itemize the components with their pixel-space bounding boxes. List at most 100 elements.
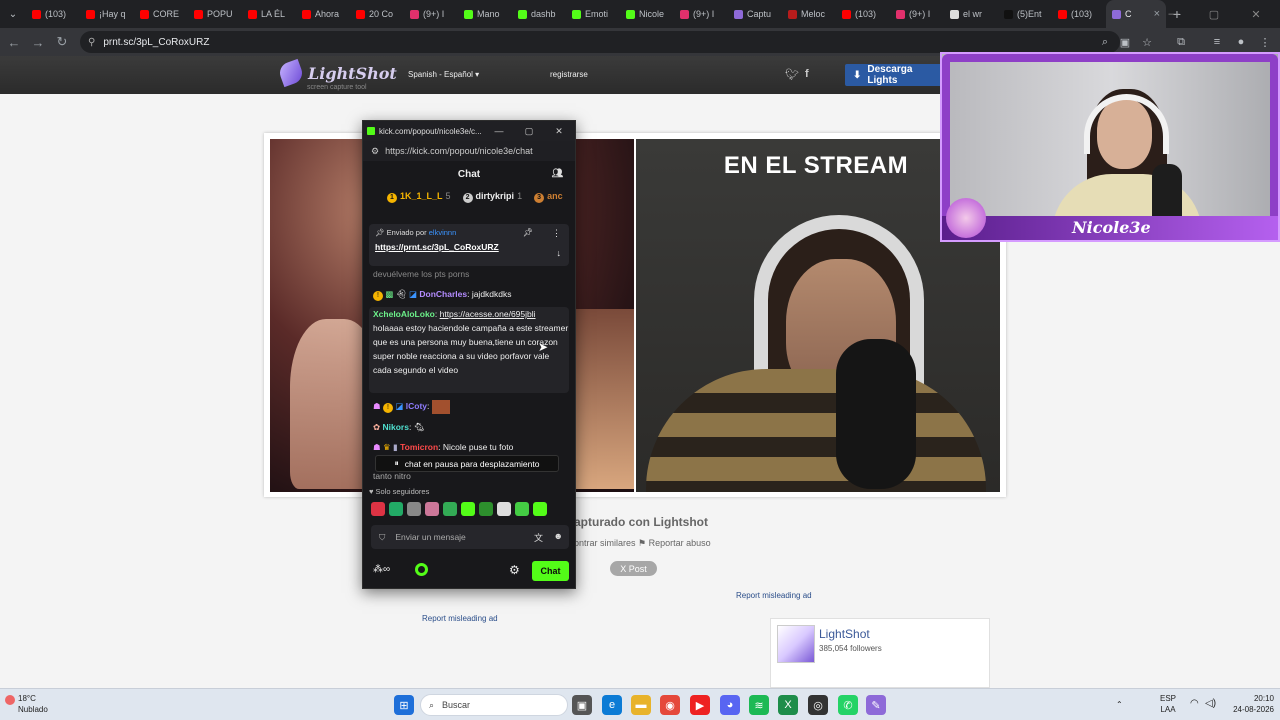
lightshot-taskbar-icon[interactable]: ✎ bbox=[866, 695, 886, 715]
fb-page-title[interactable]: LightShot bbox=[819, 627, 870, 641]
x-post-button[interactable]: X Post bbox=[610, 561, 657, 576]
emote-6-icon[interactable] bbox=[461, 502, 475, 516]
emote-3-icon[interactable] bbox=[407, 502, 421, 516]
browser-tab[interactable]: (103) bbox=[836, 0, 890, 28]
browser-tab[interactable]: POPU bbox=[188, 0, 242, 28]
users-icon[interactable]: 👥︎ bbox=[552, 168, 563, 179]
file-explorer-icon[interactable]: ▬ bbox=[631, 695, 651, 715]
maximize-window-button[interactable]: ▢ bbox=[1194, 0, 1234, 28]
browser-tab[interactable]: ¡Hay q bbox=[80, 0, 134, 28]
lightshot-logo[interactable]: LightShot screen capture tool bbox=[276, 58, 397, 91]
site-info-icon[interactable]: ⚲ bbox=[88, 37, 95, 48]
similar-report-links[interactable]: ontrar similares ⚑ Reportar abuso bbox=[574, 538, 711, 549]
send-chat-button[interactable]: Chat bbox=[532, 561, 569, 581]
taskbar-search[interactable]: ⌕ Buscar bbox=[420, 694, 568, 716]
browser-tab[interactable]: 20 Co bbox=[350, 0, 404, 28]
screen-share-icon[interactable]: ▣ bbox=[1116, 33, 1134, 51]
browser-tab[interactable]: (9+) I bbox=[890, 0, 944, 28]
message-username[interactable]: Nikors bbox=[383, 422, 409, 432]
facebook-icon[interactable]: f bbox=[805, 68, 809, 80]
url-field[interactable]: ⚲ prnt.sc/3pL_CoRoxURZ bbox=[80, 31, 1120, 53]
emote-7-icon[interactable] bbox=[479, 502, 493, 516]
browser-tab[interactable]: Emoti bbox=[566, 0, 620, 28]
pinned-message[interactable]: 📌︎ Enviado por elkvinnn https://prnt.sc/… bbox=[369, 224, 569, 266]
browser-tab[interactable]: LA ÉL bbox=[242, 0, 296, 28]
expand-arrow-icon[interactable]: ↓ bbox=[557, 248, 562, 258]
top-gifter[interactable]: 1 1K_1_L_L 5 bbox=[387, 191, 451, 203]
points-icon[interactable]: ⁂∞ bbox=[373, 564, 390, 575]
edge-icon[interactable]: e bbox=[602, 695, 622, 715]
close-window-button[interactable]: ✕ bbox=[1236, 0, 1276, 28]
twitter-icon[interactable]: 🐦︎ bbox=[785, 68, 799, 81]
spotify-icon[interactable]: ≋ bbox=[749, 695, 769, 715]
reload-button[interactable]: ↻ bbox=[50, 30, 74, 54]
browser-tab[interactable]: (5)Ent bbox=[998, 0, 1052, 28]
chrome-icon[interactable]: ◉ bbox=[660, 695, 680, 715]
youtube-icon[interactable]: ▶ bbox=[690, 695, 710, 715]
bookmark-star-icon[interactable]: ☆ bbox=[1138, 33, 1156, 51]
emote-8-icon[interactable] bbox=[497, 502, 511, 516]
emoji-icon[interactable]: ☻ bbox=[554, 531, 563, 541]
browser-tab[interactable]: Ahora bbox=[296, 0, 350, 28]
excel-icon[interactable]: X bbox=[778, 695, 798, 715]
message-username[interactable]: lCoty bbox=[406, 401, 427, 411]
message-input[interactable]: ⛉ Enviar un mensaje 文 ☻ bbox=[371, 525, 569, 549]
whatsapp-icon[interactable]: ✆ bbox=[838, 695, 858, 715]
profile-avatar-icon[interactable]: ● bbox=[1232, 33, 1250, 51]
back-button[interactable]: ← bbox=[2, 30, 26, 54]
weather-widget[interactable]: 18°C Nublado bbox=[18, 693, 48, 715]
browser-tab[interactable]: CORE bbox=[134, 0, 188, 28]
clock[interactable]: 20:10 24-08-2026 bbox=[1218, 693, 1274, 715]
settings-gear-icon[interactable]: ⚙ bbox=[509, 563, 520, 577]
tab-search-icon[interactable]: ⌄ bbox=[2, 3, 24, 25]
discord-icon[interactable]: ◕ bbox=[720, 695, 740, 715]
message-username[interactable]: DonCharles bbox=[419, 289, 467, 299]
emote-1-icon[interactable] bbox=[371, 502, 385, 516]
browser-tab[interactable]: Captu bbox=[728, 0, 782, 28]
browser-tab[interactable]: el wr bbox=[944, 0, 998, 28]
browser-tab[interactable]: (103) bbox=[26, 0, 80, 28]
top-gifter[interactable]: 2 dirtykripi 1 bbox=[462, 191, 522, 203]
task-view-icon[interactable]: ▣ bbox=[572, 695, 592, 715]
zoom-icon[interactable]: ⌕ bbox=[1096, 33, 1114, 51]
message-link[interactable]: https://acesse.one/695jbli bbox=[440, 309, 536, 319]
emote-2-icon[interactable] bbox=[389, 502, 403, 516]
report-ad-link-left[interactable]: Report misleading ad bbox=[422, 614, 498, 623]
browser-tab[interactable]: (9+) I bbox=[674, 0, 728, 28]
browser-tab[interactable]: dashb bbox=[512, 0, 566, 28]
emote-9-icon[interactable] bbox=[515, 502, 529, 516]
popup-maximize-button[interactable]: ▢ bbox=[519, 121, 539, 141]
chat-paused-banner[interactable]: ⏸ chat en pausa para desplazamiento bbox=[375, 455, 559, 472]
obs-icon[interactable]: ◎ bbox=[808, 695, 828, 715]
more-options-icon[interactable]: ⋮ bbox=[552, 228, 561, 239]
pinned-user[interactable]: elkvinnn bbox=[429, 228, 457, 237]
wifi-icon[interactable]: ◠ bbox=[1190, 698, 1199, 709]
message-username[interactable]: Tomicron bbox=[400, 442, 438, 452]
translate-icon[interactable]: 文 bbox=[534, 531, 543, 544]
report-ad-link-right[interactable]: Report misleading ad bbox=[736, 591, 812, 600]
pin-icon[interactable]: 📌︎ bbox=[523, 228, 533, 237]
emote-4-icon[interactable] bbox=[425, 502, 439, 516]
register-link[interactable]: registrarse bbox=[550, 70, 588, 79]
extensions-icon[interactable]: ⧉ bbox=[1172, 33, 1190, 51]
kick-points-icon[interactable] bbox=[415, 563, 428, 576]
reading-list-icon[interactable]: ≡ bbox=[1208, 33, 1226, 51]
emote-5-icon[interactable] bbox=[443, 502, 457, 516]
browser-tab[interactable]: (103) bbox=[1052, 0, 1106, 28]
tray-chevron-icon[interactable]: ⌃ bbox=[1116, 699, 1123, 710]
popup-url-bar[interactable]: ⚙ https://kick.com/popout/nicole3e/chat bbox=[363, 141, 575, 161]
browser-tab[interactable]: Meloc bbox=[782, 0, 836, 28]
start-menu-icon[interactable]: ⊞ bbox=[394, 695, 414, 715]
browser-tab[interactable]: (9+) I bbox=[404, 0, 458, 28]
minimize-window-button[interactable]: — bbox=[1154, 0, 1194, 28]
pinned-link[interactable]: https://prnt.sc/3pL_CoRoxURZ bbox=[375, 242, 563, 252]
volume-icon[interactable]: ◁) bbox=[1205, 698, 1216, 709]
top-gifter[interactable]: 3 anc bbox=[534, 191, 566, 203]
menu-dots-icon[interactable]: ⋮ bbox=[1256, 33, 1274, 51]
site-settings-icon[interactable]: ⚙ bbox=[371, 146, 379, 157]
popup-close-button[interactable]: ✕ bbox=[549, 121, 569, 141]
message-username[interactable]: XcheloAloLoko bbox=[373, 309, 435, 319]
input-language[interactable]: ESP LAA bbox=[1160, 693, 1176, 715]
facebook-page-widget[interactable]: LightShot 385,054 followers bbox=[770, 618, 990, 688]
download-button[interactable]: ⬇ Descarga Lights bbox=[845, 64, 945, 86]
